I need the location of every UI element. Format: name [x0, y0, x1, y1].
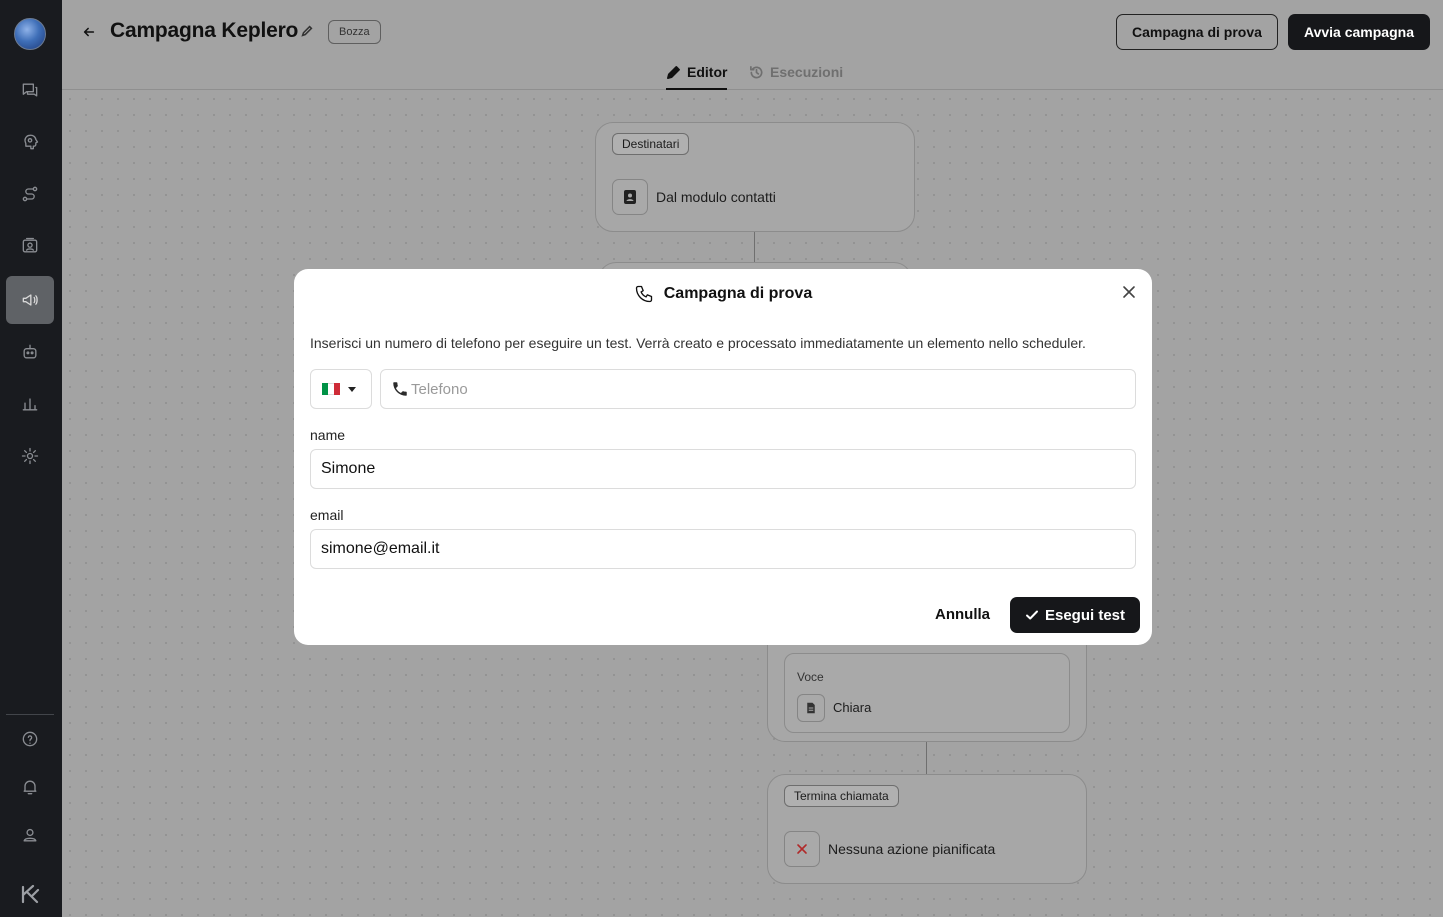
recipients-source: Dal modulo contatti: [656, 189, 776, 205]
cancel-button[interactable]: Annulla: [922, 597, 1003, 633]
pencil-icon: [301, 25, 313, 37]
sidebar-item-agents[interactable]: [6, 328, 54, 376]
sidebar-item-knowledge[interactable]: [6, 118, 54, 166]
start-campaign-button[interactable]: Avvia campagna: [1288, 14, 1430, 50]
user-icon: [23, 828, 37, 842]
phone-icon: [393, 382, 407, 396]
sidebar-item-conversations[interactable]: [6, 66, 54, 114]
voice-panel[interactable]: Voce Chiara: [784, 653, 1070, 733]
tab-label: Esecuzioni: [770, 64, 844, 80]
bot-icon: [23, 344, 37, 359]
back-button[interactable]: [78, 21, 100, 43]
end-call-action: Nessuna azione pianificata: [828, 841, 996, 857]
run-test-button[interactable]: Esegui test: [1010, 597, 1140, 633]
address-book-icon: [624, 190, 636, 204]
no-action-icon-box: [784, 831, 820, 867]
email-input[interactable]: [310, 529, 1136, 569]
sidebar-item-flows[interactable]: [6, 170, 54, 218]
gear-icon: [21, 447, 39, 465]
italy-flag-icon: [322, 383, 340, 395]
tab-editor[interactable]: Editor: [666, 64, 728, 90]
workspace-avatar[interactable]: [14, 18, 46, 50]
sidebar-item-analytics[interactable]: [6, 380, 54, 428]
brand-logo[interactable]: [13, 880, 47, 908]
flow-connector: [926, 742, 927, 774]
recipients-chip: Destinatari: [612, 133, 690, 155]
run-test-label: Esegui test: [1044, 606, 1126, 624]
logo-icon: [21, 884, 40, 904]
voice-node-icon: [797, 694, 825, 722]
dialog-description: Inserisci un numero di telefono per eseg…: [310, 335, 1086, 351]
dialog-title: Campagna di prova: [663, 285, 813, 302]
test-campaign-dialog: Campagna di prova Inserisci un numero di…: [294, 269, 1152, 645]
tab-executions[interactable]: Esecuzioni: [749, 64, 843, 90]
close-button[interactable]: [1122, 285, 1138, 301]
route-icon: [22, 186, 38, 202]
page-header: Campagna Keplero Bozza Campagna di prova…: [62, 0, 1443, 90]
bar-chart-icon: [22, 398, 38, 411]
page-title: Campagna Keplero: [110, 19, 299, 42]
sidebar-item-notifications[interactable]: [6, 763, 54, 811]
brain-icon: [24, 134, 39, 150]
tab-label: Editor: [687, 64, 728, 80]
recipients-node[interactable]: Destinatari Dal modulo contatti: [595, 122, 915, 232]
phone-field[interactable]: [380, 369, 1136, 409]
arrow-left-icon: [83, 27, 95, 37]
dialog-header: Campagna di prova: [294, 281, 1152, 307]
sidebar-item-settings[interactable]: [6, 432, 54, 480]
name-input[interactable]: [310, 449, 1136, 489]
phone-input[interactable]: [411, 380, 1111, 398]
voice-value: Chiara: [833, 700, 872, 715]
check-icon: [1025, 610, 1038, 620]
end-call-chip: Termina chiamata: [784, 785, 899, 807]
pencil-icon: [667, 66, 680, 79]
status-badge: Bozza: [328, 20, 381, 44]
sidebar-item-profile[interactable]: [6, 811, 54, 859]
voice-label: Voce: [797, 670, 824, 684]
email-field-label: email: [310, 507, 344, 523]
bell-icon: [23, 780, 37, 795]
close-icon: [797, 844, 807, 854]
megaphone-icon: [22, 294, 38, 306]
sidebar: [0, 0, 62, 917]
test-campaign-button[interactable]: Campagna di prova: [1116, 14, 1278, 50]
end-call-node[interactable]: Termina chiamata Nessuna azione pianific…: [767, 774, 1087, 884]
close-icon: [1123, 286, 1135, 298]
chat-icon: [22, 83, 38, 97]
contacts-icon: [22, 237, 38, 253]
phone-icon: [635, 285, 652, 303]
help-icon: [22, 731, 38, 747]
edit-title-button[interactable]: [300, 24, 316, 40]
sidebar-item-contacts[interactable]: [6, 222, 54, 270]
sidebar-item-help[interactable]: [6, 715, 54, 763]
chevron-down-icon: [348, 386, 356, 392]
sidebar-item-campaigns[interactable]: [6, 276, 54, 324]
name-field-label: name: [310, 427, 346, 443]
document-icon: [807, 702, 815, 714]
flow-connector: [754, 232, 755, 264]
history-icon: [750, 66, 763, 79]
contacts-node-icon: [612, 179, 648, 215]
country-code-select[interactable]: [310, 369, 372, 409]
